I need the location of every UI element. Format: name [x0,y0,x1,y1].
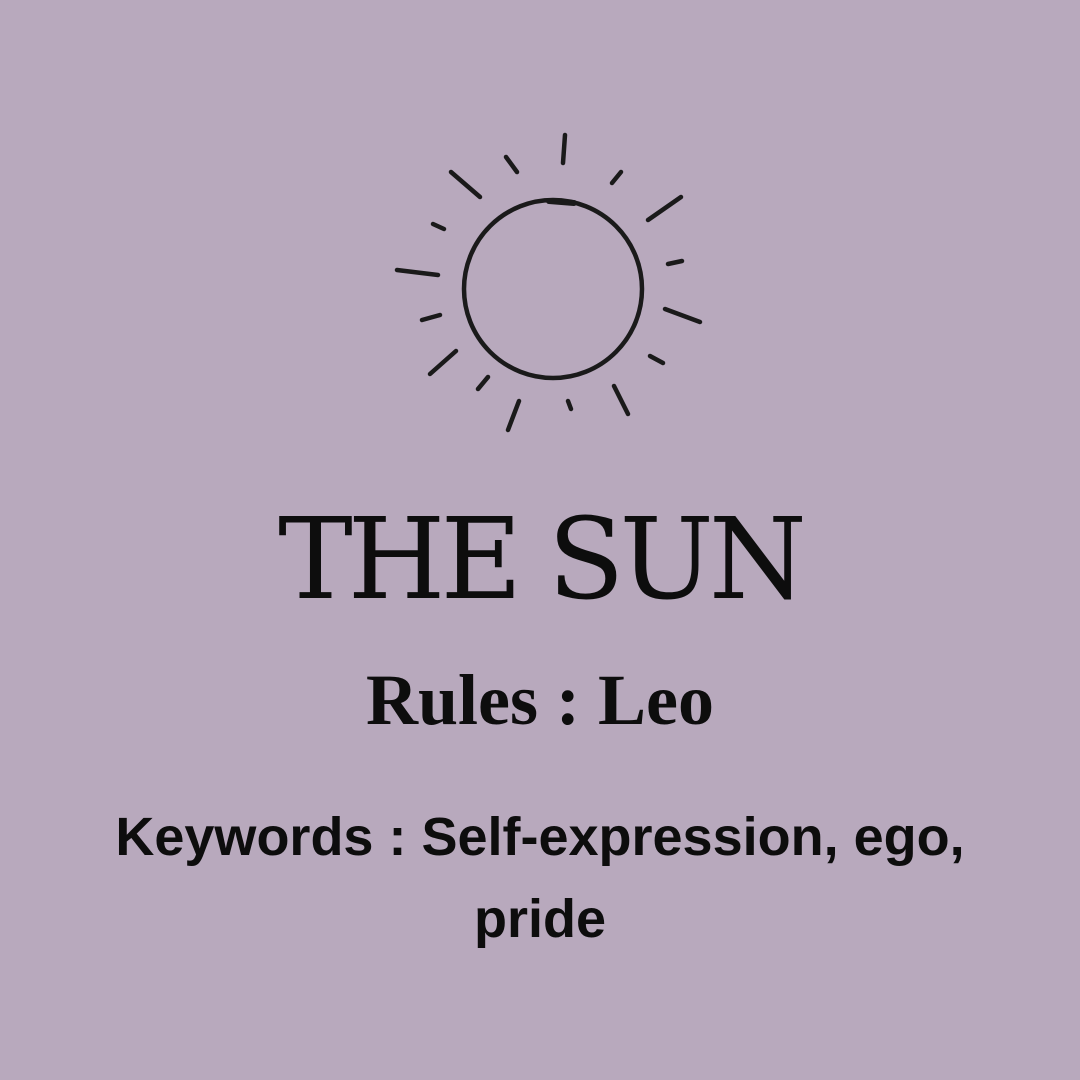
sun-icon [394,132,703,433]
rules-text: Rules : Leo [366,660,714,740]
planet-title: THE SUN [278,495,807,625]
keywords-text: Keywords : Self-expression, ego, pride [115,807,965,949]
planet-card: THE SUN Rules : Leo Keywords : Self-expr… [0,0,1080,1080]
